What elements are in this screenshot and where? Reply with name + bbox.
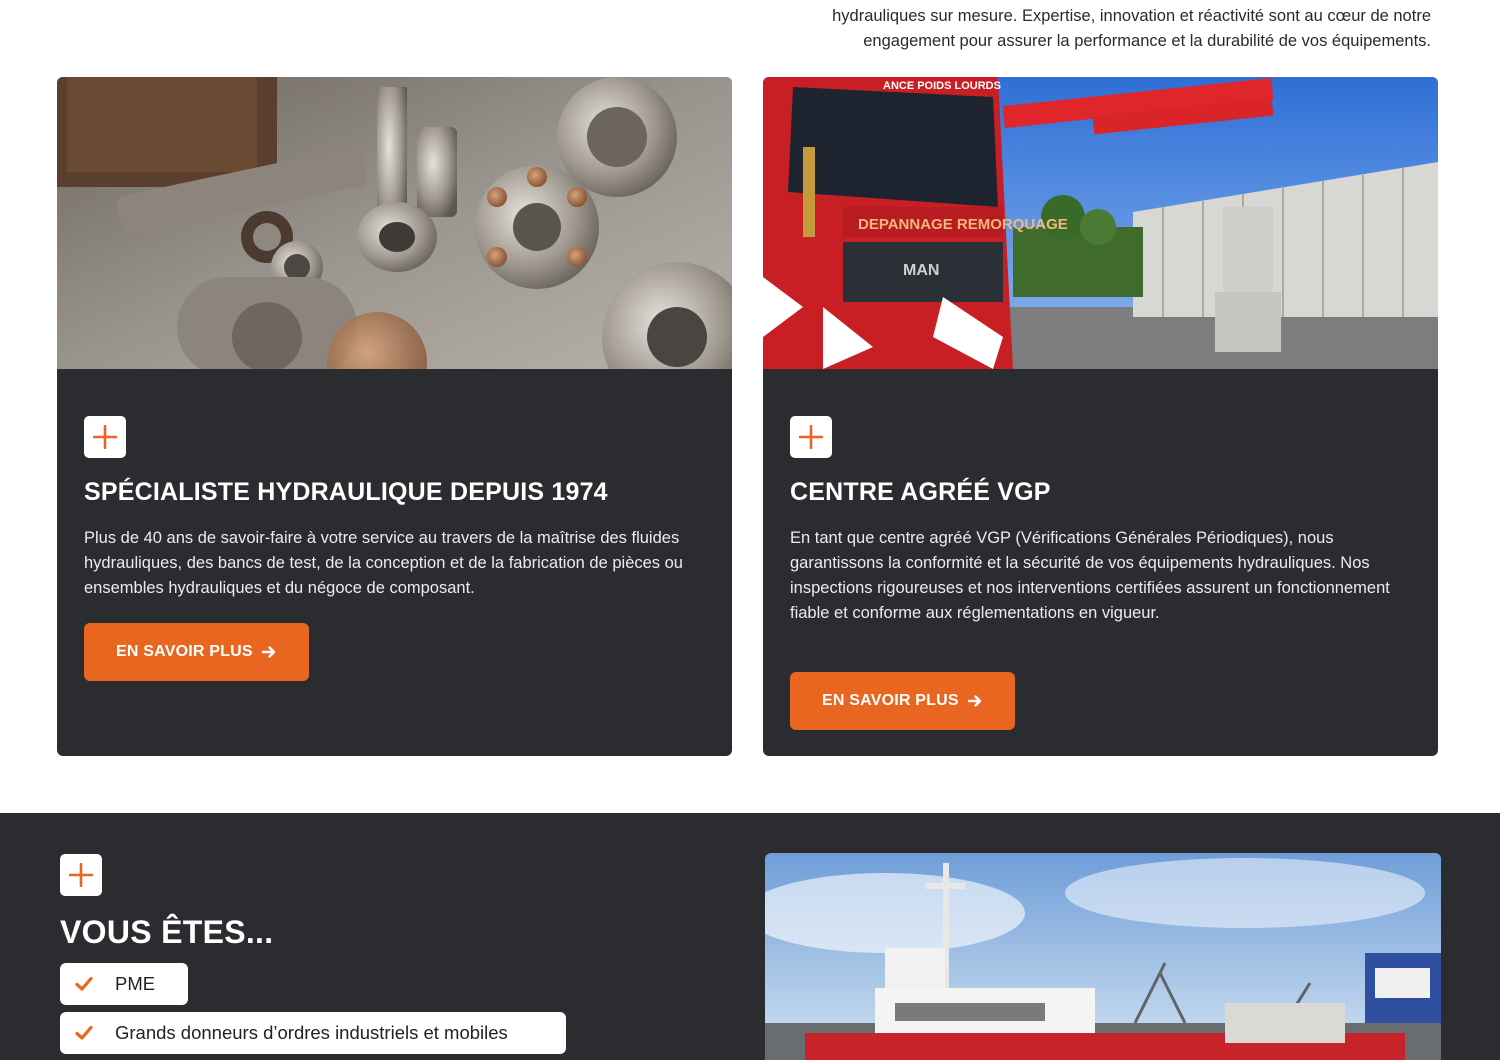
ship-harbor-photo [765, 853, 1441, 1060]
list-item: Grands donneurs d’ordres industriels et … [60, 1012, 566, 1054]
truck-top-text: ANCE POIDS LOURDS [883, 80, 1001, 92]
card-title: CENTRE AGRÉÉ VGP [790, 478, 1051, 506]
plus-icon [790, 416, 832, 458]
truck-brand: MAN [903, 262, 939, 279]
intro-text: hydrauliques sur mesure. Expertise, inno… [791, 4, 1431, 54]
truck-lettering: DEPANNAGE REMORQUAGE [858, 216, 1068, 233]
learn-more-button[interactable]: EN SAVOIR PLUS [790, 672, 1015, 730]
list-item-label: PME [115, 973, 156, 994]
button-label: EN SAVOIR PLUS [116, 643, 253, 660]
intro-line-2: engagement pour assurer la performance e… [863, 32, 1431, 50]
plus-icon [60, 854, 102, 896]
tow-truck-crane-photo: DEPANNAGE REMORQUAGE MAN ANCE POIDS LOUR… [763, 77, 1438, 369]
card-description: Plus de 40 ans de savoir-faire à votre s… [84, 529, 683, 597]
plus-icon [84, 416, 126, 458]
arrow-right-icon [967, 695, 981, 707]
list-item: PME [60, 963, 188, 1005]
section-title: VOUS ÊTES... [60, 914, 274, 950]
card-vgp-center: DEPANNAGE REMORQUAGE MAN ANCE POIDS LOUR… [763, 77, 1438, 756]
card-hydraulic-specialist: SPÉCIALISTE HYDRAULIQUE DEPUIS 1974 Plus… [57, 77, 732, 756]
card-title: SPÉCIALISTE HYDRAULIQUE DEPUIS 1974 [84, 478, 608, 506]
hydraulic-parts-photo [57, 77, 732, 369]
check-icon [75, 976, 93, 991]
audience-section: VOUS ÊTES... PME Grands donneurs d’ordre… [0, 813, 1500, 1060]
intro-line-1: hydrauliques sur mesure. Expertise, inno… [832, 7, 1431, 25]
audience-list: PME Grands donneurs d’ordres industriels… [60, 963, 566, 1060]
audience-left-column: VOUS ÊTES... PME Grands donneurs d’ordre… [60, 854, 566, 1060]
check-icon [75, 1025, 93, 1040]
arrow-right-icon [261, 646, 275, 658]
button-label: EN SAVOIR PLUS [822, 692, 959, 709]
learn-more-button[interactable]: EN SAVOIR PLUS [84, 623, 309, 681]
card-description: En tant que centre agréé VGP (Vérificati… [790, 529, 1390, 622]
list-item-label: Grands donneurs d’ordres industriels et … [115, 1022, 508, 1043]
